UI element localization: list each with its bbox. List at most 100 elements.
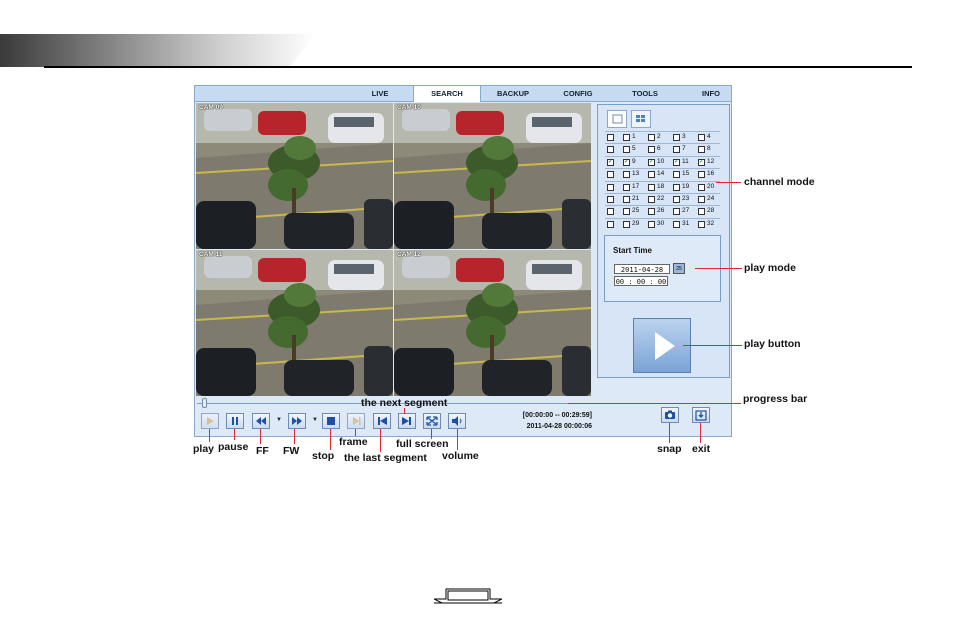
rewind-speed-dropdown-icon[interactable]: ▼ (276, 417, 282, 423)
annotation-fw: FW (283, 445, 300, 457)
channel-checkbox[interactable] (623, 208, 630, 216)
channel-number: 21 (632, 194, 640, 202)
channel-checkbox[interactable] (623, 183, 630, 191)
row-checkbox[interactable] (607, 134, 614, 141)
channel-checkbox[interactable] (648, 146, 655, 154)
annotation-full-screen: full screen (396, 438, 449, 450)
channel-checkbox[interactable]: ✓ (673, 158, 680, 166)
channel-checkbox[interactable]: ✓ (623, 158, 630, 166)
calendar-icon[interactable]: 25 (673, 263, 685, 274)
video-frame (196, 250, 393, 396)
callout-line-pause (234, 429, 235, 440)
channel-checkbox[interactable] (623, 171, 630, 179)
header-gradient-bar (0, 34, 315, 67)
channel-checkbox[interactable] (698, 134, 705, 141)
channel-checkbox[interactable] (698, 183, 705, 191)
tab-backup[interactable]: BACKUP (485, 86, 541, 101)
start-time-input[interactable]: 00 : 00 : 00 (614, 276, 668, 286)
annotation-volume: volume (442, 450, 479, 462)
channel-checkbox[interactable] (698, 220, 705, 228)
channel-checkbox[interactable] (648, 183, 655, 191)
channel-checkbox[interactable] (673, 220, 680, 228)
quad-screen-mode-tab[interactable] (631, 110, 651, 128)
callout-line-fw (294, 429, 295, 444)
tab-bar: LIVE SEARCH BACKUP CONFIG TOOLS INFO (195, 86, 731, 102)
channel-checkbox[interactable] (623, 146, 630, 154)
channel-checkbox[interactable] (648, 208, 655, 216)
tab-info[interactable]: INFO (687, 86, 735, 101)
full-screen-button[interactable] (423, 413, 441, 429)
channel-checkbox[interactable] (698, 208, 705, 216)
channel-checkbox[interactable] (673, 195, 680, 203)
channel-checkbox[interactable] (623, 134, 630, 141)
stop-button[interactable] (322, 413, 340, 429)
progress-thumb[interactable] (202, 398, 208, 408)
channel-checkbox[interactable] (623, 195, 630, 203)
tab-config[interactable]: CONFIG (550, 86, 606, 101)
row-checkbox[interactable] (607, 220, 614, 228)
channel-number: 11 (682, 157, 689, 165)
video-tile-cam10[interactable]: CAM 10 (394, 103, 591, 249)
callout-line-play (209, 429, 210, 442)
channel-checkbox[interactable] (698, 171, 705, 179)
forward-speed-dropdown-icon[interactable]: ▼ (312, 417, 318, 423)
fast-forward-button[interactable] (288, 413, 306, 429)
video-tile-cam11[interactable]: CAM 11 (196, 250, 393, 396)
row-checkbox[interactable]: ✓ (607, 158, 614, 166)
volume-button[interactable] (448, 413, 466, 429)
channel-checkbox[interactable] (673, 171, 680, 179)
last-segment-button[interactable] (373, 413, 391, 429)
start-date-input[interactable]: 2011-04-28 (614, 264, 670, 274)
annotation-play: play (193, 443, 215, 455)
channel-number: 20 (707, 182, 715, 190)
channel-row: 29 30 31 32 (605, 217, 720, 230)
annotation-frame: frame (339, 436, 368, 448)
channel-checkbox[interactable] (623, 220, 630, 228)
channel-number: 15 (682, 170, 690, 178)
channel-checkbox[interactable] (673, 134, 680, 141)
exit-button[interactable] (692, 407, 710, 423)
channel-number: 6 (657, 145, 661, 153)
play-control-button[interactable] (201, 413, 219, 429)
channel-number: 1 (632, 133, 636, 140)
channel-number: 4 (707, 133, 711, 140)
row-checkbox[interactable] (607, 195, 614, 203)
channel-checkbox[interactable] (698, 146, 705, 154)
channel-checkbox[interactable]: ✓ (648, 158, 655, 166)
channel-number: 23 (682, 194, 690, 202)
channel-checkbox[interactable] (648, 134, 655, 141)
video-tile-cam12[interactable]: CAM 12 (394, 250, 591, 396)
tab-search[interactable]: SEARCH (413, 86, 481, 102)
video-frame (394, 250, 591, 396)
channel-number: 30 (657, 219, 665, 227)
channel-checkbox[interactable] (648, 195, 655, 203)
segment-range-text: [00:00:00 -- 00:29:59] (522, 412, 592, 419)
video-frame (394, 103, 591, 249)
row-checkbox[interactable] (607, 146, 614, 154)
channel-checkbox[interactable] (648, 171, 655, 179)
channel-checkbox[interactable] (698, 195, 705, 203)
channel-checkbox[interactable] (673, 183, 680, 191)
pause-button[interactable] (226, 413, 244, 429)
single-screen-mode-tab[interactable] (607, 110, 627, 128)
callout-line-exit (700, 423, 701, 443)
channel-checkbox[interactable]: ✓ (698, 158, 705, 166)
fast-rewind-button[interactable] (252, 413, 270, 429)
video-tile-cam09[interactable]: CAM 09 (196, 103, 393, 249)
channel-number: 25 (632, 207, 640, 215)
channel-checkbox[interactable] (673, 146, 680, 154)
camera-label: CAM 10 (397, 104, 421, 111)
row-checkbox[interactable] (607, 208, 614, 216)
channel-checkbox[interactable] (673, 208, 680, 216)
channel-number: 7 (682, 145, 686, 153)
channel-checkbox[interactable] (648, 220, 655, 228)
tab-tools[interactable]: TOOLS (615, 86, 675, 101)
row-checkbox[interactable] (607, 171, 614, 179)
tab-live[interactable]: LIVE (355, 86, 405, 101)
channel-number: 17 (632, 182, 640, 190)
row-checkbox[interactable] (607, 183, 614, 191)
frame-button[interactable] (347, 413, 365, 429)
callout-line-ff (260, 429, 261, 444)
snapshot-button[interactable] (661, 407, 679, 423)
next-segment-button[interactable] (398, 413, 416, 429)
